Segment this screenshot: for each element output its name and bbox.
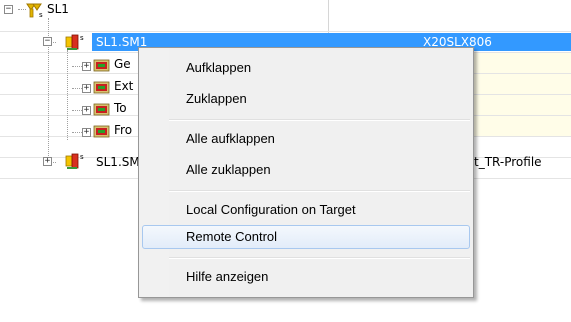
folder-icon [93, 59, 110, 72]
expand-icon[interactable]: + [43, 157, 52, 166]
menu-item-alle-aufklappen[interactable]: Alle aufklappen [142, 127, 470, 151]
folder-icon [93, 81, 110, 94]
safety-module-icon: s [65, 34, 84, 50]
menu-item-remote-control[interactable]: Remote Control [142, 225, 470, 249]
menu-item-zuklappen[interactable]: Zuklappen [142, 87, 470, 111]
tree-node-label[interactable]: SL1.SM [96, 153, 140, 171]
safety-module-icon: s [65, 153, 84, 169]
folder-icon [93, 125, 110, 138]
expand-icon[interactable]: + [82, 84, 91, 93]
menu-separator [169, 190, 470, 192]
tree-line [72, 88, 82, 89]
svg-text:s: s [80, 34, 84, 42]
svg-text:s: s [39, 11, 43, 18]
svg-text:s: s [80, 153, 84, 161]
tree-line [72, 110, 82, 111]
tree-line [72, 132, 82, 133]
context-menu: Aufklappen Zuklappen Alle aufklappen All… [138, 47, 474, 298]
menu-separator [169, 257, 470, 259]
collapse-icon[interactable]: − [43, 37, 52, 46]
safety-logic-icon: s [26, 3, 43, 18]
expand-icon[interactable]: + [82, 106, 91, 115]
row-separator [0, 31, 571, 32]
expand-icon[interactable]: + [82, 128, 91, 137]
tree-line [72, 66, 82, 67]
menu-item-alle-zuklappen[interactable]: Alle zuklappen [142, 158, 470, 182]
menu-item-aufklappen[interactable]: Aufklappen [142, 56, 470, 80]
menu-item-hilfe-anzeigen[interactable]: Hilfe anzeigen [142, 265, 470, 289]
tree-child-label[interactable]: Ge [114, 55, 131, 73]
tree-child-label[interactable]: Ext [114, 77, 133, 95]
tree-child-label[interactable]: Fro [114, 121, 132, 139]
menu-separator [169, 119, 470, 121]
collapse-icon[interactable]: − [4, 5, 13, 14]
menu-item-local-configuration[interactable]: Local Configuration on Target [142, 198, 470, 222]
expand-icon[interactable]: + [82, 62, 91, 71]
folder-icon [93, 103, 110, 116]
tree-child-label[interactable]: To [114, 99, 127, 117]
tree-root-label[interactable]: SL1 [47, 0, 69, 18]
tree-line [67, 50, 68, 140]
tree-node-value: t_TR-Profile [474, 155, 542, 169]
